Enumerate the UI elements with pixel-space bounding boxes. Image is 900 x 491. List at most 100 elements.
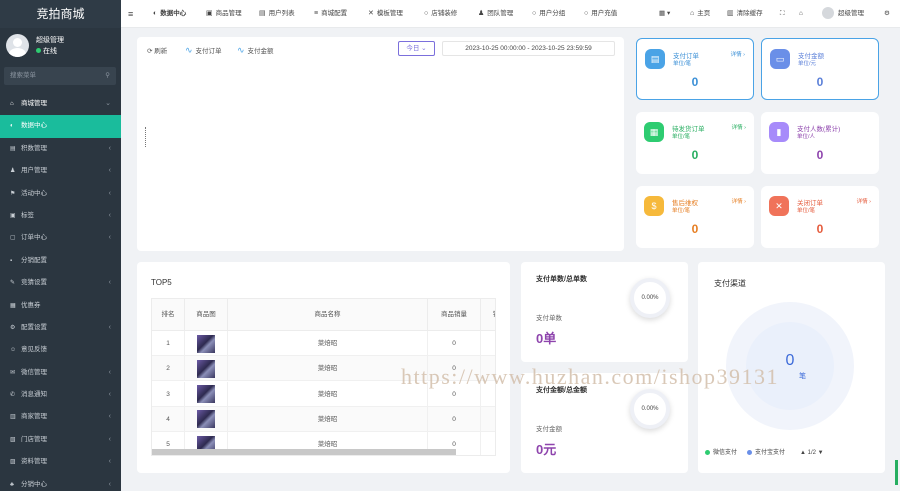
chevron-icon: ‹ — [108, 189, 111, 197]
top5-table: 排名商品图商品名称商品销量销 1菜焙昭02菜焙昭03菜焙昭04菜焙昭05菜焙昭0 — [151, 298, 496, 456]
sidebar-item-8[interactable]: ✎ 竞猜设置 ‹ — [0, 272, 121, 294]
stat-card-3: ▮ 支付人数(累计) 单位/人 0 — [761, 112, 879, 174]
tab-icon: ▣ — [206, 10, 213, 17]
user-icon: ♟ — [10, 168, 16, 175]
pay-count-ring: 0.00% — [630, 278, 670, 318]
legend-pager[interactable]: ▲ 1/2 ▼ — [800, 450, 824, 456]
tab-4[interactable]: ✕ 模板管理 — [368, 0, 403, 28]
tab-2[interactable]: ▤ 用户列表 — [259, 0, 295, 28]
product-thumbnail[interactable] — [197, 410, 215, 429]
sidebar-item-9[interactable]: ▦ 优惠券 — [0, 295, 121, 317]
menu-search-input[interactable]: 搜索菜单 ⚲ — [4, 67, 116, 85]
tab-0[interactable]: ◐ 数据中心 — [153, 0, 186, 28]
lock-icon[interactable]: ⌂ — [799, 0, 803, 28]
user-avatar-icon — [822, 7, 834, 20]
chevron-icon: ‹ — [108, 279, 111, 287]
pay-channel-panel: 支付渠道 0 笔 微信支付 支付宝支付 ▲ 1/2 ▼ — [698, 262, 885, 473]
side-scroll-indicator[interactable] — [895, 460, 898, 485]
chevron-icon: ‹ — [108, 167, 111, 175]
sidebar-item-4[interactable]: ⚑ 活动中心 ‹ — [0, 183, 121, 205]
home-link[interactable]: ⌂ 主页 — [690, 0, 710, 28]
grid-menu-icon[interactable]: ▦ ▾ — [659, 0, 670, 28]
product-thumbnail[interactable] — [197, 334, 215, 353]
pay-count-title: 支付单数/总单数 — [536, 276, 587, 283]
stat-detail-link[interactable]: 详情 › — [731, 50, 745, 58]
sidebar-item-16[interactable]: ▨ 资料管理 ‹ — [0, 451, 121, 473]
sidebar-item-7[interactable]: ▪ 分销配置 — [0, 250, 121, 272]
legend-pay-amount[interactable]: ∿ 支付金额 — [237, 45, 274, 56]
order-doc-icon: ▤ — [645, 49, 665, 69]
stat-unit: 单位/笔 — [797, 208, 816, 214]
search-icon[interactable]: ⚲ — [105, 67, 110, 85]
refresh-button[interactable]: ⟳ 刷新 — [147, 45, 167, 55]
fullscreen-icon[interactable]: ⛶ — [780, 0, 785, 28]
sidebar-item-5[interactable]: ▣ 标签 ‹ — [0, 205, 121, 227]
legend-label: 微信支付 — [713, 450, 738, 456]
menu-toggle-icon[interactable]: ≡ — [128, 0, 133, 28]
avatar[interactable] — [6, 34, 29, 57]
legend-item[interactable]: 微信支付 — [705, 449, 738, 456]
stat-detail-link[interactable]: 详情 › — [732, 123, 746, 131]
doc-icon: ▤ — [10, 145, 16, 152]
sidebar-item-2[interactable]: ▤ 积数管理 ‹ — [0, 138, 121, 160]
date-range-input[interactable]: 2023-10-25 00:00:00 - 2023-10-25 23:59:5… — [442, 41, 615, 56]
legend-pay-orders[interactable]: ∿ 支付订单 — [185, 45, 222, 56]
sidebar-item-17[interactable]: ♣ 分销中心 ‹ — [0, 474, 121, 491]
sidebar-item-label: 活动中心 — [21, 189, 47, 197]
tab-8[interactable]: ○ 用户充值 — [584, 0, 617, 28]
sidebar-item-label: 用户管理 — [21, 167, 47, 175]
stat-detail-link[interactable]: 详情 › — [857, 197, 871, 205]
close-order-icon: ✕ — [769, 196, 789, 216]
sidebar-item-13[interactable]: ✆ 消息通知 ‹ — [0, 384, 121, 406]
image-cell — [185, 331, 228, 356]
tab-7[interactable]: ○ 用户分组 — [532, 0, 565, 28]
today-select[interactable]: 今日 ⌄ — [398, 41, 435, 56]
tab-label: 商品管理 — [215, 10, 242, 17]
sidebar-item-6[interactable]: ▢ 订单中心 ‹ — [0, 227, 121, 249]
sidebar-item-11[interactable]: ☺ 意见反馈 — [0, 339, 121, 361]
stat-card-2: ▦ 待发货订单 单位/笔 详情 › 0 — [636, 112, 754, 174]
sidebar-item-label: 商家管理 — [21, 413, 47, 421]
horizontal-scrollbar[interactable] — [152, 449, 456, 455]
sidebar-item-0[interactable]: ⌂ 商城管理 ⌄ — [0, 93, 121, 115]
user-status: 在线 — [36, 46, 57, 56]
stat-unit: 单位/人 — [797, 134, 816, 140]
sidebar-item-1[interactable]: ◐ 数据中心 — [0, 115, 121, 138]
sidebar-item-label: 消息通知 — [21, 391, 47, 399]
sidebar-item-14[interactable]: ▥ 商家管理 ‹ — [0, 406, 121, 428]
tab-5[interactable]: ○ 店铺装修 — [424, 0, 457, 28]
line-series-icon: ∿ — [185, 45, 193, 55]
sidebar-item-15[interactable]: ▧ 门店管理 ‹ — [0, 429, 121, 451]
table-row[interactable]: 3 菜焙昭 0 — [152, 381, 495, 407]
home-icon: ⌂ — [10, 101, 14, 107]
tab-3[interactable]: ≡ 商城配置 — [314, 0, 347, 28]
line-series-icon: ∿ — [237, 45, 245, 55]
legend-item[interactable]: 支付宝支付 — [747, 449, 785, 456]
table-row[interactable]: 1 菜焙昭 0 — [152, 331, 495, 356]
donut-center: 0 笔 — [746, 322, 834, 410]
tab-icon: ◐ — [153, 10, 158, 17]
chevron-icon: ‹ — [108, 368, 111, 376]
table-row[interactable]: 2 菜焙昭 0 — [152, 356, 495, 382]
user-name: 超级管理 — [36, 37, 64, 44]
sidebar-item-12[interactable]: ✉ 微信管理 ‹ — [0, 362, 121, 384]
column-header: 排名 — [152, 299, 185, 331]
table-row[interactable]: 4 菜焙昭 0 — [152, 406, 495, 432]
stat-detail-link[interactable]: 详情 › — [732, 197, 746, 205]
chevron-icon: ‹ — [108, 323, 111, 331]
user-menu[interactable]: 超级管理 — [822, 0, 864, 28]
tab-1[interactable]: ▣ 商品管理 — [206, 0, 242, 28]
brand-title: 竞拍商城 — [0, 0, 121, 28]
trash-icon: ▥ — [727, 10, 734, 17]
sidebar-item-3[interactable]: ♟ 用户管理 ‹ — [0, 160, 121, 182]
pay-amount-title: 支付金额/总金额 — [536, 387, 587, 394]
chevron-icon: ‹ — [108, 391, 111, 399]
tab-6[interactable]: ♟ 团队管理 — [478, 0, 513, 28]
product-thumbnail[interactable] — [197, 359, 215, 378]
product-thumbnail[interactable] — [197, 385, 215, 404]
wrench-icon: ✎ — [10, 280, 16, 287]
tab-label: 用户列表 — [268, 10, 295, 17]
settings-icon[interactable]: ⚙ — [884, 0, 890, 28]
clear-cache-button[interactable]: ▥ 清除缓存 — [727, 0, 763, 28]
sidebar-item-10[interactable]: ⚙ 配置设置 ‹ — [0, 317, 121, 339]
